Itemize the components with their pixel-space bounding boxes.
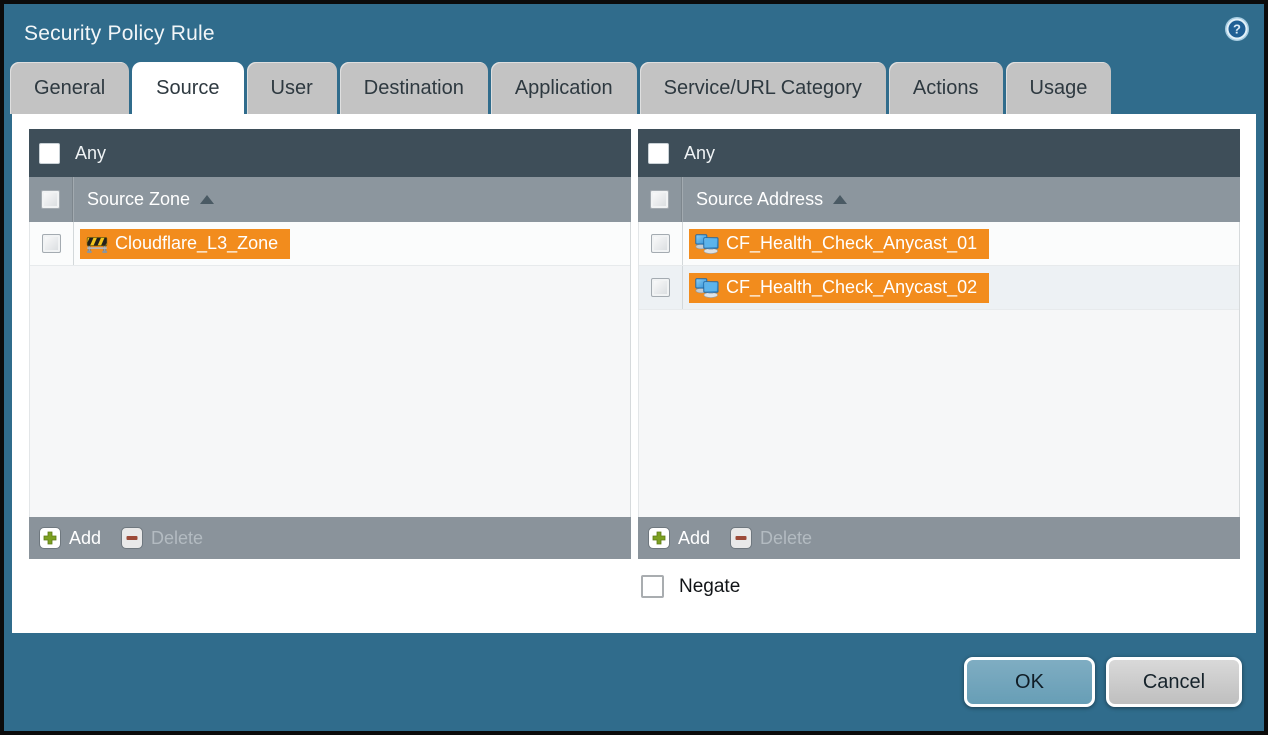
source-address-item[interactable]: CF_Health_Check_Anycast_02 [689,273,989,303]
source-zone-footer: Add Delete [29,517,631,559]
table-row: CF_Health_Check_Anycast_02 [639,266,1239,310]
source-zone-panel: Any Source Zone [29,129,631,559]
tab-source[interactable]: Source [132,62,243,114]
source-address-row-checkbox[interactable] [651,234,670,253]
source-zone-sort-header[interactable]: Source Zone [87,189,214,210]
ok-button[interactable]: OK [964,657,1095,707]
add-plus-icon [648,527,670,549]
source-address-list: CF_Health_Check_Anycast_01 [638,222,1240,517]
source-address-panel: Any Source Address [638,129,1240,559]
source-zone-row-checkbox[interactable] [42,234,61,253]
table-row: Cloudflare_L3_Zone [30,222,630,266]
delete-minus-icon [730,527,752,549]
source-zone-item[interactable]: Cloudflare_L3_Zone [80,229,290,259]
delete-zone-button[interactable]: Delete [121,527,203,549]
add-zone-button[interactable]: Add [39,527,101,549]
svg-text:?: ? [1233,22,1241,37]
page-title: Security Policy Rule [24,22,215,46]
address-icon [695,234,719,254]
source-address-column-label: Source Address [696,189,823,210]
tab-usage[interactable]: Usage [1006,62,1112,114]
source-address-sort-header[interactable]: Source Address [696,189,847,210]
source-zone-any-label: Any [75,143,106,164]
tab-destination[interactable]: Destination [340,62,488,114]
titlebar: Security Policy Rule ? [4,4,1264,58]
help-icon[interactable]: ? [1224,16,1250,42]
security-policy-rule-dialog: Security Policy Rule ? General Source Us… [0,0,1268,735]
sort-asc-icon [833,195,847,204]
source-address-footer: Add Delete [638,517,1240,559]
source-zone-column-header: Source Zone [29,177,631,222]
source-zone-list: Cloudflare_L3_Zone [29,222,631,517]
source-address-row-checkbox[interactable] [651,278,670,297]
tab-user[interactable]: User [247,62,337,114]
sort-asc-icon [200,195,214,204]
negate-label: Negate [679,576,740,598]
add-plus-icon [39,527,61,549]
source-zone-column-label: Source Zone [87,189,190,210]
negate-row: Negate [641,575,1256,598]
delete-address-button[interactable]: Delete [730,527,812,549]
source-address-any-checkbox[interactable] [648,143,669,164]
negate-checkbox[interactable] [641,575,664,598]
cancel-button[interactable]: Cancel [1106,657,1242,707]
tab-service-url-category[interactable]: Service/URL Category [640,62,886,114]
source-zone-any-checkbox[interactable] [39,143,60,164]
source-zone-item-label: Cloudflare_L3_Zone [115,233,278,254]
source-address-any-header: Any [638,129,1240,177]
source-zone-any-header: Any [29,129,631,177]
tab-actions[interactable]: Actions [889,62,1003,114]
source-zone-select-all-checkbox[interactable] [41,190,60,209]
source-address-item-label: CF_Health_Check_Anycast_01 [726,233,977,254]
source-tab-content: Any Source Zone [12,114,1256,633]
tab-general[interactable]: General [10,62,129,114]
table-row: CF_Health_Check_Anycast_01 [639,222,1239,266]
source-address-item-label: CF_Health_Check_Anycast_02 [726,277,977,298]
address-icon [695,278,719,298]
zone-icon [86,234,108,254]
source-address-item[interactable]: CF_Health_Check_Anycast_01 [689,229,989,259]
tab-application[interactable]: Application [491,62,637,114]
source-address-column-header: Source Address [638,177,1240,222]
source-address-select-all-checkbox[interactable] [650,190,669,209]
dialog-footer: OK Cancel [4,633,1264,731]
delete-minus-icon [121,527,143,549]
add-address-button[interactable]: Add [648,527,710,549]
tab-bar: General Source User Destination Applicat… [4,58,1264,114]
source-address-any-label: Any [684,143,715,164]
